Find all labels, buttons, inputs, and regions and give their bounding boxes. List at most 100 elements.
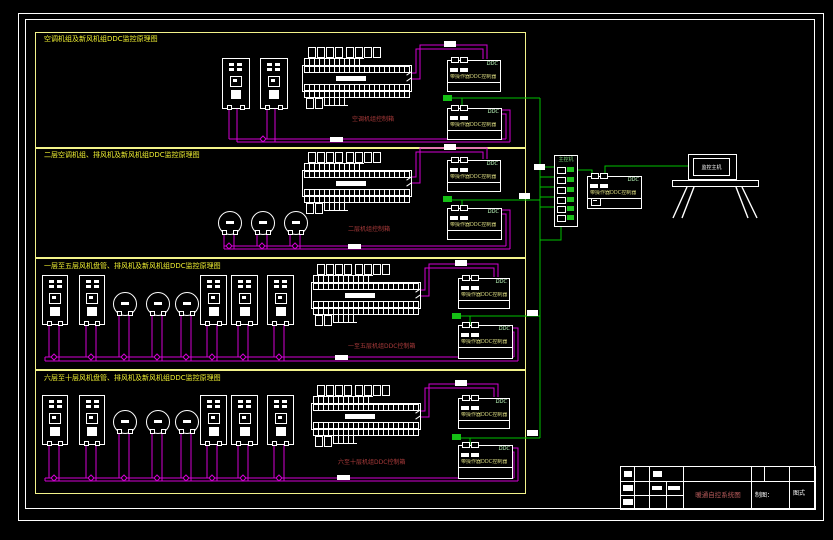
wire-label-chip xyxy=(444,144,456,150)
controller-title: 带操作器DDC控制器 xyxy=(461,459,511,465)
s2-ddc-controller-box-2: DDC 带操作器DDC控制器 xyxy=(447,208,502,240)
s4-caption: 六至十层机组DDC控制箱 xyxy=(338,457,405,466)
s1-caption: 空调机组控制箱 xyxy=(352,114,394,123)
s4-fan-motor-2 xyxy=(146,410,170,434)
network-node xyxy=(443,95,452,101)
s3-control-panel-4 xyxy=(231,275,258,325)
s1-ddc-terminal-strip xyxy=(302,47,414,107)
s3-fan-motor-3 xyxy=(175,292,199,316)
s4-control-panel-2 xyxy=(79,395,105,445)
s4-control-panel-3 xyxy=(200,395,227,445)
wire-label-chip xyxy=(330,137,343,142)
terminal-tab xyxy=(451,157,459,163)
controller-title: 带操作器DDC控制器 xyxy=(461,292,508,298)
title-block-line xyxy=(764,467,765,481)
drawing-title: 暖通自控系统图 xyxy=(687,489,749,499)
s3-ddc-controller-box-2: DDC 带操作器DDC控制器 xyxy=(458,325,513,359)
s1-control-panel-1 xyxy=(222,58,250,109)
s3-control-panel-5 xyxy=(267,275,294,325)
s2-fan-motor-1 xyxy=(218,211,242,235)
terminal-tab xyxy=(451,205,459,211)
wire-label-chip xyxy=(534,164,545,170)
s4-ddc-controller-box-2: DDC 带操作器DDC控制器 xyxy=(458,445,513,479)
controller-tag: DDC xyxy=(499,327,510,332)
controller-tag: DDC xyxy=(496,400,507,405)
s2-caption: 二层机组控制箱 xyxy=(348,224,390,233)
controller-title: 带操作器DDC控制器 xyxy=(461,339,511,345)
s4-control-panel-1 xyxy=(42,395,68,445)
s3-caption: 一至五层机组DDC控制箱 xyxy=(348,341,415,350)
workstation-desk xyxy=(672,180,759,187)
controller-title: 带操作器DDC控制器 xyxy=(450,174,499,180)
terminal-tab xyxy=(471,275,479,281)
s1-ddc-controller-box-1: DDC 带操作器DDC控制器 xyxy=(447,60,501,92)
title-block-line xyxy=(634,467,635,509)
terminal-tab xyxy=(471,395,479,401)
wire-label-chip xyxy=(337,475,350,480)
network-ddc-controller: DDC 带操作器DDC控制器 xyxy=(587,176,642,209)
drawn-by-label: 制图： xyxy=(755,490,773,499)
title-block-stamp xyxy=(624,471,632,477)
terminal-tab xyxy=(460,105,468,111)
terminal-tab xyxy=(471,442,479,448)
controller-tag: DDC xyxy=(488,210,499,215)
sheet-label: 图式 xyxy=(793,488,805,497)
s3-control-panel-2 xyxy=(79,275,105,325)
title-block-stamp xyxy=(623,485,633,491)
s4-ddc-controller-box-1: DDC 带操作器DDC控制器 xyxy=(458,398,510,429)
terminal-tab xyxy=(462,322,470,328)
wire-label-chip xyxy=(348,244,361,249)
network-node xyxy=(443,196,452,202)
terminal-tab xyxy=(451,57,459,63)
s3-fan-motor-1 xyxy=(113,292,137,316)
title-block-line xyxy=(649,467,650,509)
s1-control-panel-2 xyxy=(260,58,288,109)
s2-ddc-terminal-strip xyxy=(302,152,414,212)
title-block-line xyxy=(683,467,684,509)
network-node xyxy=(452,313,461,319)
wire-label-chip xyxy=(444,41,456,47)
workstation-label: 监控主机 xyxy=(694,164,729,171)
section-4-label: 六层至十层风机盘管、排风机及新风机组DDC监控原理图 xyxy=(44,374,221,382)
terminal-tab xyxy=(451,105,459,111)
wire-label-chip xyxy=(519,193,530,199)
section-1-label: 空调机组及新风机组DDC监控原理图 xyxy=(44,35,158,43)
title-block-stamp xyxy=(623,499,633,505)
terminal-tab xyxy=(460,57,468,63)
controller-title: 带操作器DDC控制器 xyxy=(590,190,640,196)
terminal-tab xyxy=(600,173,608,179)
s4-fan-motor-3 xyxy=(175,410,199,434)
controller-tag: DDC xyxy=(496,280,507,285)
network-switch: 主控机 xyxy=(554,155,578,227)
section-2-label: 二层空调机组、排风机及新风机组DDC监控原理图 xyxy=(44,151,200,159)
controller-tag: DDC xyxy=(487,162,498,167)
s2-fan-motor-2 xyxy=(251,211,275,235)
controller-tag: DDC xyxy=(487,62,498,67)
title-block-line xyxy=(751,467,752,509)
terminal-tab xyxy=(591,173,599,179)
terminal-tab xyxy=(460,157,468,163)
controller-title: 带操作器DDC控制器 xyxy=(461,412,508,418)
s2-fan-motor-3 xyxy=(284,211,308,235)
controller-tag: DDC xyxy=(488,110,499,115)
terminal-tab xyxy=(462,275,470,281)
workstation-monitor: 监控主机 xyxy=(688,154,737,180)
title-block-stamp xyxy=(652,486,662,490)
network-node xyxy=(452,434,461,440)
s2-ddc-controller-box-1: DDC 带操作器DDC控制器 xyxy=(447,160,501,192)
controller-tag: DDC xyxy=(628,178,639,183)
s4-control-panel-5 xyxy=(267,395,294,445)
controller-tag: DDC xyxy=(499,447,510,452)
s3-fan-motor-2 xyxy=(146,292,170,316)
title-block: 暖通自控系统图 制图： 图式 xyxy=(620,466,816,510)
terminal-tab xyxy=(460,205,468,211)
s1-ddc-controller-box-2: DDC 带操作器DDC控制器 xyxy=(447,108,502,140)
terminal-tab xyxy=(462,442,470,448)
wire-label-chip xyxy=(527,430,538,436)
s4-fan-motor-1 xyxy=(113,410,137,434)
title-block-stamp xyxy=(653,471,662,477)
s3-control-panel-3 xyxy=(200,275,227,325)
title-block-stamp xyxy=(668,486,680,490)
wire-label-chip xyxy=(455,380,467,386)
printer-icon xyxy=(591,198,601,206)
